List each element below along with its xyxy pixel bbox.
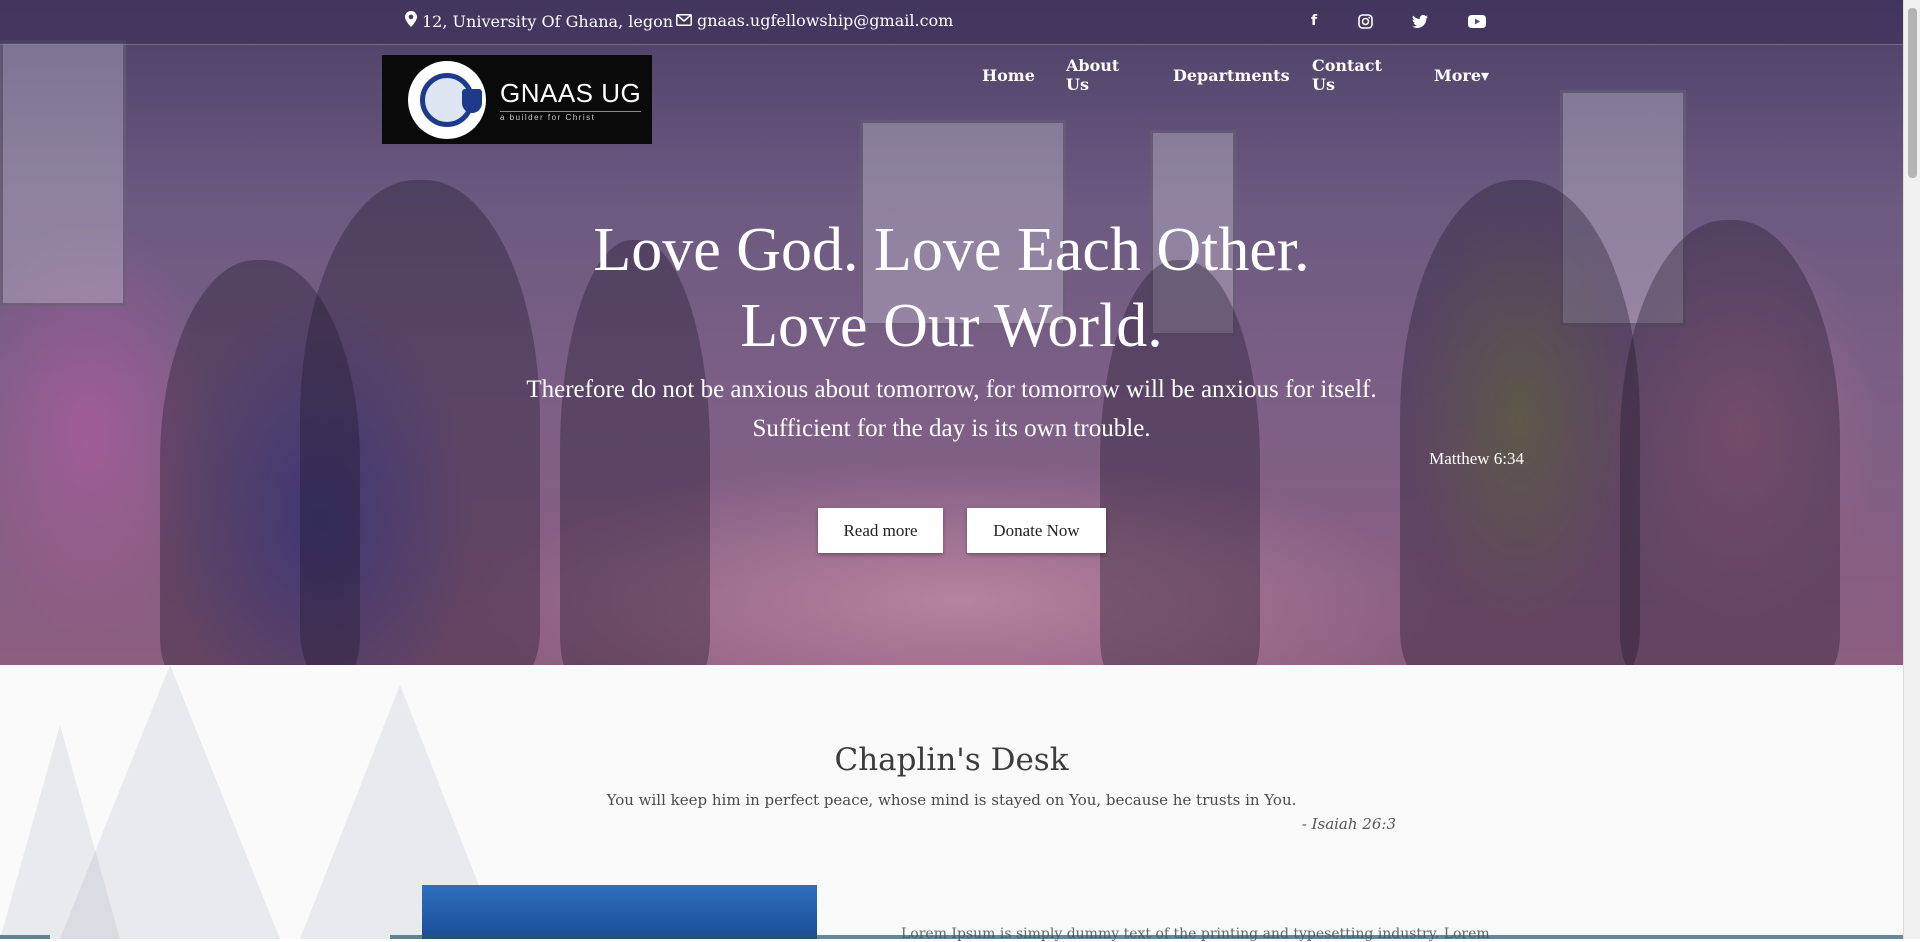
site-logo[interactable]: GNAAS UG a builder for Christ [382,55,652,144]
email-info[interactable]: gnaas.ugfellowship@gmail.com [676,11,953,30]
map-marker-icon [405,11,417,31]
envelope-icon [676,11,692,30]
scrollbar-thumb[interactable] [1908,8,1917,178]
chaplin-quote-reference: - Isaiah 26:3 [1301,815,1396,833]
email-link[interactable]: gnaas.ugfellowship@gmail.com [697,11,953,30]
chaplin-quote: You will keep him in perfect peace, whos… [606,791,1297,809]
page-scrollbar[interactable] [1903,0,1920,939]
logo-name: GNAAS UG [500,77,642,108]
donate-now-button[interactable]: Donate Now [967,508,1106,553]
bottom-progress-line [0,935,1903,939]
youtube-icon[interactable] [1467,11,1487,31]
read-more-button[interactable]: Read more [818,508,943,553]
nav-home[interactable]: Home [982,66,1035,85]
top-info-bar: 12, University Of Ghana, legon gnaas.ugf… [0,0,1903,45]
hero-title-line1: Love God. Love Each Other. [593,216,1310,284]
instagram-icon[interactable] [1355,11,1375,31]
chaplin-body-text: Lorem Ipsum is simply dummy text of the … [901,926,1490,942]
hero-verse-reference: Matthew 6:34 [1429,449,1524,468]
chevron-down-icon: ▾ [1481,65,1490,85]
hero-verse-line1: Therefore do not be anxious about tomorr… [526,376,1377,403]
twitter-icon[interactable] [1410,11,1430,31]
hero-verse-line2: Sufficient for the day is its own troubl… [752,415,1151,442]
chaplin-photo [422,885,817,939]
logo-tagline: a builder for Christ [500,110,642,122]
nav-departments[interactable]: Departments [1173,66,1290,85]
logo-emblem-icon [408,60,486,139]
nav-about-us[interactable]: About Us [1066,56,1119,94]
address-info: 12, University Of Ghana, legon [405,11,673,31]
nav-more[interactable]: More▾ [1434,66,1489,85]
address-text: 12, University Of Ghana, legon [422,11,674,31]
nav-more-label: More [1434,65,1481,85]
logo-text: GNAAS UG a builder for Christ [500,77,642,122]
facebook-icon[interactable]: f [1304,11,1324,31]
section-title: Chaplin's Desk [834,742,1069,778]
hero-title-line2: Love Our World. [740,292,1163,360]
nav-contact-us[interactable]: Contact Us [1312,56,1382,94]
